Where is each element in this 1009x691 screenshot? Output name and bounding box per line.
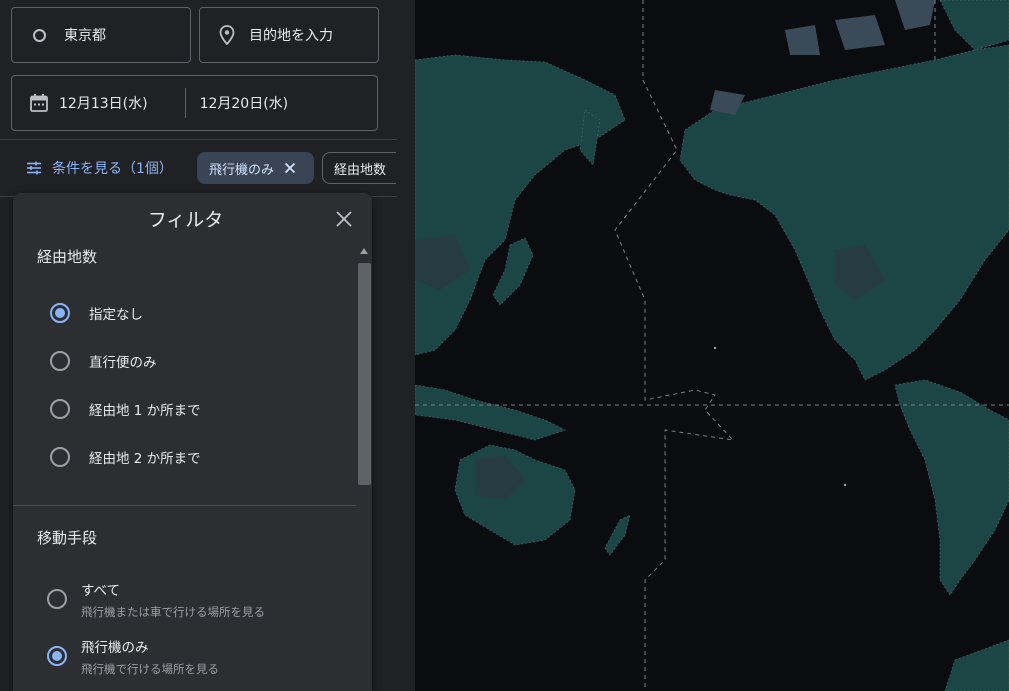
radio[interactable] bbox=[50, 351, 70, 371]
stops-option-label: 指定なし bbox=[89, 307, 143, 323]
radio[interactable] bbox=[50, 399, 70, 419]
stops-option-one[interactable]: 経由地 1 か所まで bbox=[50, 399, 201, 419]
date-divider bbox=[184, 88, 186, 118]
origin-value[interactable]: 東京都 bbox=[64, 25, 106, 45]
transport-option-text: 飛行機のみ 飛行機で行ける場所を見る bbox=[81, 636, 219, 677]
stops-section-title: 経由地数 bbox=[37, 248, 98, 266]
chevron-up-icon[interactable] bbox=[360, 248, 368, 254]
dialog-scrollbar[interactable] bbox=[357, 245, 372, 691]
map-canvas[interactable] bbox=[415, 0, 1009, 691]
transport-section-title: 移動手段 bbox=[37, 529, 98, 547]
chip-flights-only[interactable]: 飛行機のみ bbox=[197, 152, 314, 184]
radio-selected[interactable] bbox=[47, 646, 67, 666]
world-map[interactable] bbox=[415, 0, 1009, 691]
radio-selected[interactable] bbox=[50, 303, 70, 323]
transport-option-description: 飛行機または車で行ける場所を見る bbox=[81, 605, 265, 619]
dialog-title: フィルタ bbox=[147, 209, 224, 231]
search-panel: 東京都 目的地を入力 12月13日(水) 12月20日(水) 条件を見る（1個）… bbox=[0, 0, 415, 691]
pin-icon bbox=[219, 25, 235, 45]
chip-flights-only-label: 飛行機のみ bbox=[209, 162, 275, 178]
transport-option-flights[interactable]: 飛行機のみ 飛行機で行ける場所を見る bbox=[47, 636, 219, 677]
stops-option-nonstop[interactable]: 直行便のみ bbox=[50, 351, 157, 371]
stops-option-label: 経由地 2 か所まで bbox=[89, 451, 201, 467]
filters-toggle-label: 条件を見る（1個） bbox=[52, 161, 173, 177]
filter-dialog: フィルタ 経由地数 指定なし 直行便のみ 経由地 1 か所まで 経由地 2 か所… bbox=[13, 193, 372, 691]
radio[interactable] bbox=[50, 447, 70, 467]
origin-circle-icon bbox=[33, 28, 46, 42]
transport-option-description: 飛行機で行ける場所を見る bbox=[81, 662, 219, 676]
depart-date[interactable]: 12月13日(水) bbox=[59, 93, 148, 113]
calendar-icon bbox=[29, 93, 49, 113]
destination-field[interactable]: 目的地を入力 bbox=[199, 7, 379, 63]
divider bbox=[0, 139, 397, 140]
transport-option-text: すべて 飛行機または車で行ける場所を見る bbox=[81, 579, 265, 620]
tune-icon bbox=[26, 161, 42, 175]
chip-stops-label: 経由地数 bbox=[334, 162, 387, 178]
origin-field[interactable]: 東京都 bbox=[11, 7, 191, 63]
stops-option-label: 経由地 1 か所まで bbox=[89, 403, 201, 419]
date-range-field[interactable]: 12月13日(水) 12月20日(水) bbox=[11, 75, 378, 131]
chip-stops[interactable]: 経由地数 bbox=[322, 152, 396, 184]
close-icon[interactable] bbox=[284, 162, 296, 174]
close-icon[interactable] bbox=[335, 210, 353, 228]
destination-placeholder[interactable]: 目的地を入力 bbox=[249, 25, 333, 45]
return-date[interactable]: 12月20日(水) bbox=[200, 93, 289, 113]
radio[interactable] bbox=[47, 589, 67, 609]
transport-option-all[interactable]: すべて 飛行機または車で行ける場所を見る bbox=[47, 579, 265, 620]
divider bbox=[13, 505, 356, 506]
stops-option-any[interactable]: 指定なし bbox=[50, 303, 143, 323]
stops-option-label: 直行便のみ bbox=[89, 355, 157, 371]
filters-toggle-button[interactable]: 条件を見る（1個） bbox=[26, 154, 173, 182]
scrollbar-thumb[interactable] bbox=[358, 263, 371, 485]
stops-option-two[interactable]: 経由地 2 か所まで bbox=[50, 447, 201, 467]
transport-option-label: 飛行機のみ bbox=[81, 640, 149, 656]
transport-option-label: すべて bbox=[81, 583, 121, 599]
